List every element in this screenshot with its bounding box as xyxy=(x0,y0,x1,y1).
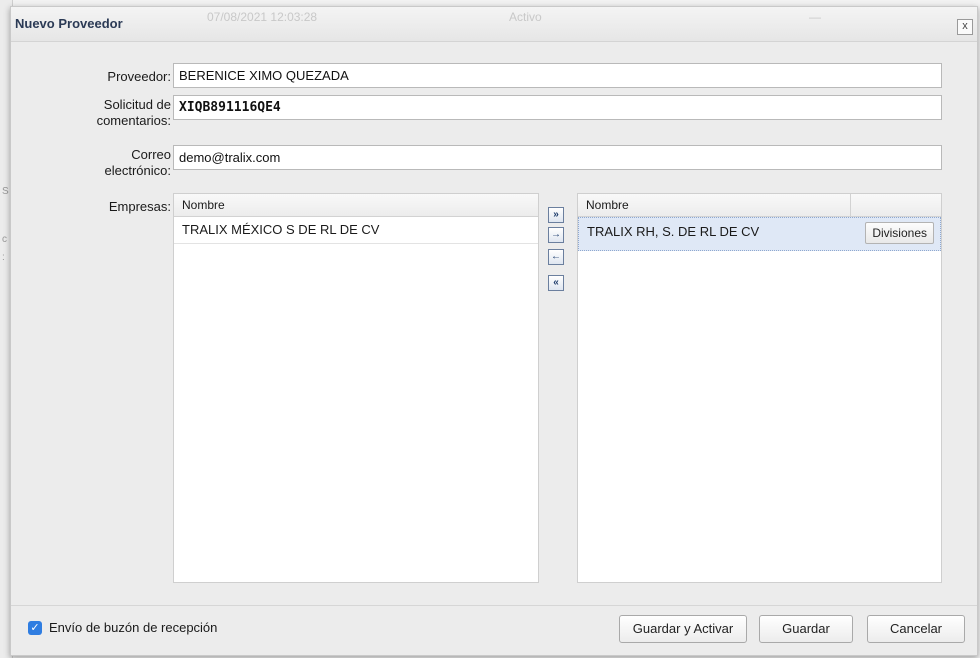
remove-button[interactable]: ← xyxy=(548,249,564,265)
remove-all-button[interactable]: « xyxy=(548,275,564,291)
arrow-left-icon: ← xyxy=(551,251,561,262)
column-nombre: Nombre xyxy=(182,198,225,212)
background-glyph: : xyxy=(2,252,5,263)
available-companies-grid: Nombre TRALIX MÉXICO S DE RL DE CV xyxy=(173,193,539,583)
ghost-date: 07/08/2021 12:03:28 xyxy=(207,10,318,24)
proveedor-input[interactable]: BERENICE XIMO QUEZADA xyxy=(173,63,942,88)
dialog-titlebar[interactable]: Nuevo Proveedor 07/08/2021 12:03:28 Acti… xyxy=(11,7,977,42)
selected-companies-grid: Nombre TRALIX RH, S. DE RL DE CV Divisio… xyxy=(577,193,942,583)
background-glyph: S xyxy=(2,186,9,197)
add-button[interactable]: → xyxy=(548,227,564,243)
close-button[interactable]: x xyxy=(957,19,973,35)
add-all-button[interactable]: » xyxy=(548,207,564,223)
solicitud-label: Solicitud de comentarios: xyxy=(96,97,171,128)
ghost-dash: — xyxy=(809,10,821,24)
list-item[interactable]: TRALIX MÉXICO S DE RL DE CV xyxy=(174,217,538,244)
available-grid-header[interactable]: Nombre xyxy=(174,194,538,217)
cancel-button[interactable]: Cancelar xyxy=(867,615,965,643)
selected-grid-header[interactable]: Nombre xyxy=(578,194,941,217)
correo-label: Correo electrónico: xyxy=(104,147,171,178)
column-divider xyxy=(850,194,851,216)
close-icon: x xyxy=(962,20,968,32)
arrow-right-icon: → xyxy=(551,229,561,240)
empresas-label: Empresas: xyxy=(108,199,171,214)
solicitud-input[interactable]: XIQB891116QE4 xyxy=(173,95,942,120)
ghost-status: Activo xyxy=(509,10,542,24)
background-glyph: c xyxy=(2,234,7,245)
save-button[interactable]: Guardar xyxy=(759,615,853,643)
envio-buzon-checkbox[interactable]: ✓ xyxy=(28,621,42,635)
nuevo-proveedor-dialog: Nuevo Proveedor 07/08/2021 12:03:28 Acti… xyxy=(10,6,978,656)
correo-input[interactable]: demo@tralix.com xyxy=(173,145,942,170)
checkmark-icon: ✓ xyxy=(30,622,40,634)
double-arrow-right-icon: » xyxy=(553,209,559,220)
column-nombre: Nombre xyxy=(586,198,629,212)
save-and-activate-button[interactable]: Guardar y Activar xyxy=(619,615,747,643)
divisiones-button[interactable]: Divisiones xyxy=(865,222,934,244)
envio-buzon-label[interactable]: Envío de buzón de recepción xyxy=(49,621,217,635)
proveedor-label: Proveedor: xyxy=(107,69,171,84)
dialog-title: Nuevo Proveedor xyxy=(15,16,123,31)
footer-divider xyxy=(11,605,977,606)
table-row[interactable]: TRALIX RH, S. DE RL DE CV Divisiones xyxy=(578,217,941,251)
double-arrow-left-icon: « xyxy=(553,277,559,288)
